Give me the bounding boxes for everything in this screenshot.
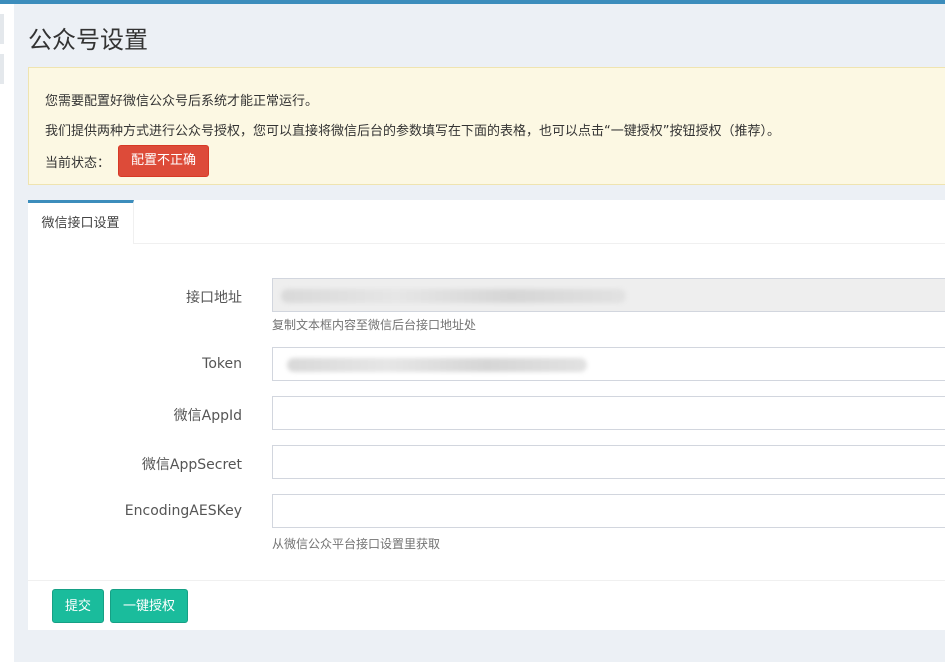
url-label: 接口地址 [186,290,242,306]
aeskey-help: 从微信公众平台接口设置里获取 [272,537,441,551]
tab-bar: 微信接口设置 [28,200,945,244]
redacted-url [281,289,626,303]
tab-wechat-interface[interactable]: 微信接口设置 [28,200,134,244]
url-input[interactable] [272,278,945,312]
status-label: 当前状态： [45,155,111,171]
status-row: 当前状态： 配置不正确 [45,145,210,177]
token-input[interactable] [272,347,945,381]
notice-line-2: 我们提供两种方式进行公众号授权，您可以直接将微信后台的参数填写在下面的表格，也可… [45,124,780,139]
url-help: 复制文本框内容至微信后台接口地址处 [272,318,477,332]
appsecret-input[interactable] [272,445,945,479]
one-click-authorize-button[interactable]: 一键授权 [110,589,189,623]
token-label: Token [202,356,242,372]
settings-panel: 微信接口设置 接口地址 复制文本框内容至微信后台接口地址处 Token 微信Ap… [28,200,945,630]
main-content: 公众号设置 您需要配置好微信公众号后系统才能正常运行。 我们提供两种方式进行公众… [14,4,945,662]
aeskey-label: EncodingAESKey [124,503,242,519]
sidebar-edge [0,4,14,662]
config-notice: 您需要配置好微信公众号后系统才能正常运行。 我们提供两种方式进行公众号授权，您可… [28,67,945,185]
page-title: 公众号设置 [28,26,148,54]
appid-input[interactable] [272,396,945,430]
status-badge: 配置不正确 [118,145,210,177]
aeskey-input[interactable] [272,494,945,528]
redacted-token [287,358,587,372]
secret-label: 微信AppSecret [141,457,242,473]
appid-label: 微信AppId [173,408,242,424]
form-footer: 提交 一键授权 [28,580,945,630]
sidebar-collapsed-tab[interactable] [0,54,4,84]
submit-button[interactable]: 提交 [52,589,105,623]
notice-line-1: 您需要配置好微信公众号后系统才能正常运行。 [45,94,319,109]
sidebar-collapsed-tab[interactable] [0,14,4,44]
